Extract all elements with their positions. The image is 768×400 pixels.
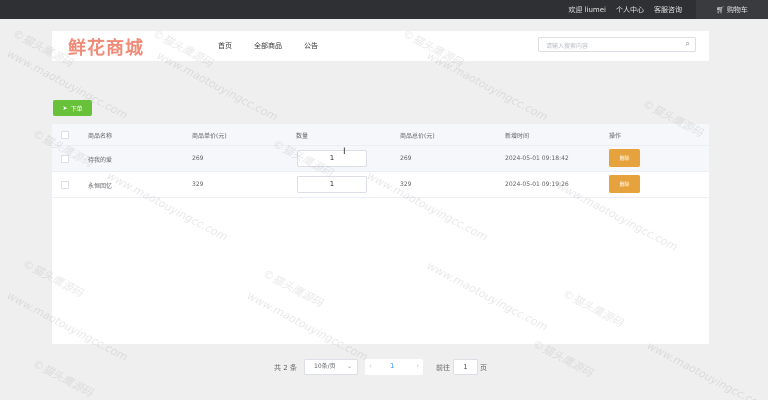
col-action: 操作 (609, 133, 622, 140)
cart-table: 商品名称 商品单价(元) 数量 商品总价(元) 新增时间 操作 待我的爱 269… (52, 124, 709, 344)
service-link[interactable]: 客服咨询 (654, 5, 682, 15)
send-icon: ➤ (62, 104, 68, 112)
row-price: 269 (192, 155, 204, 162)
delete-button[interactable]: 删除 (609, 149, 640, 167)
delete-button[interactable]: 删除 (609, 175, 640, 193)
prev-page-button[interactable]: ‹ (369, 362, 372, 370)
row-time: 2024-05-01 09:18:42 (505, 155, 569, 162)
nav-home[interactable]: 首页 (218, 41, 232, 51)
quantity-input[interactable]: 1 (297, 150, 367, 167)
chevron-down-icon: ⌄ (346, 363, 352, 370)
order-button[interactable]: ➤ 下单 (53, 100, 92, 116)
select-all-checkbox[interactable] (61, 131, 69, 139)
nav-all-products[interactable]: 全部商品 (254, 41, 282, 51)
table-row: 待我的爱 269 1 I 269 2024-05-01 09:18:42 删除 (52, 146, 709, 172)
next-page-button[interactable]: › (416, 362, 419, 370)
order-button-label: 下单 (70, 105, 83, 113)
row-total: 269 (400, 155, 412, 162)
cart-icon: 🛒︎ (716, 5, 725, 14)
text-cursor-icon: I (343, 147, 346, 157)
col-qty: 数量 (296, 133, 309, 140)
col-name: 商品名称 (88, 133, 113, 140)
search-placeholder: 请输入搜索内容 (546, 43, 589, 50)
quantity-input[interactable]: 1 (297, 176, 367, 193)
col-time: 新增时间 (505, 133, 530, 140)
row-name: 待我的爱 (88, 157, 113, 164)
row-time: 2024-05-01 09:19:26 (505, 181, 569, 188)
page-size-select[interactable]: 10条/页 ⌄ (304, 359, 358, 375)
cart-button[interactable]: 🛒︎ 购物车 (696, 0, 768, 19)
table-header: 商品名称 商品单价(元) 数量 商品总价(元) 新增时间 操作 (52, 124, 709, 146)
welcome-text: 欢迎 liumei (568, 5, 606, 14)
table-row: 永恒回忆 329 1 329 2024-05-01 09:19:26 删除 (52, 172, 709, 198)
search-input[interactable]: 请输入搜索内容 ⌕ (538, 37, 696, 52)
col-price: 商品单价(元) (192, 133, 227, 140)
goto-page-input[interactable]: 1 (453, 359, 478, 375)
nav-announcement[interactable]: 公告 (304, 41, 318, 51)
top-links: 欢迎 liumei 个人中心 客服咨询 🛒︎ 购物车 (568, 0, 768, 19)
top-bar: 欢迎 liumei 个人中心 客服咨询 🛒︎ 购物车 (0, 0, 768, 19)
goto-suffix: 页 (480, 364, 487, 372)
page-number-current[interactable]: 1 (390, 362, 394, 370)
search-icon[interactable]: ⌕ (686, 39, 690, 49)
cart-label: 购物车 (726, 5, 748, 14)
pager-buttons: ‹ 1 › (365, 359, 423, 375)
user-center-link[interactable]: 个人中心 (616, 5, 644, 15)
col-total: 商品总价(元) (400, 133, 435, 140)
row-checkbox[interactable] (61, 181, 69, 189)
logo[interactable]: 鲜花商城 (68, 34, 144, 60)
header: 鲜花商城 首页 全部商品 公告 请输入搜索内容 ⌕ (52, 31, 709, 61)
row-price: 329 (192, 181, 204, 188)
main-nav: 首页 全部商品 公告 (218, 31, 340, 61)
row-name: 永恒回忆 (88, 183, 113, 190)
row-checkbox[interactable] (61, 155, 69, 163)
pagination: 共 2 条 10条/页 ⌄ ‹ 1 › 前往 1 页 (0, 359, 768, 375)
total-count: 共 2 条 (274, 364, 297, 372)
goto-label: 前往 (436, 364, 450, 372)
page-size-value: 10条/页 (314, 363, 336, 370)
row-total: 329 (400, 181, 412, 188)
